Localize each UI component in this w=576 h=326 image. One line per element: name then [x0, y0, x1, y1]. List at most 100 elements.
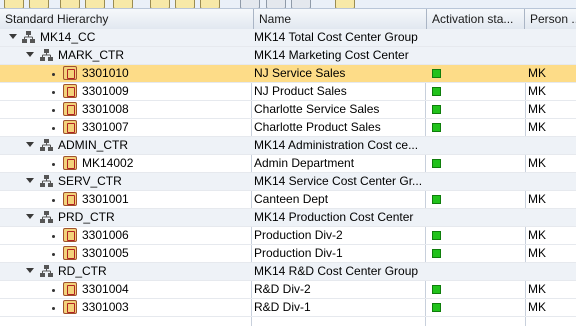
column-header-row: Standard Hierarchy Name Activation sta..…	[0, 9, 576, 30]
node-name: Production Div-1	[254, 246, 343, 260]
toolbar-button[interactable]	[291, 0, 311, 8]
table-row[interactable]: 3301005 Production Div-1 MK	[0, 245, 576, 263]
node-name: MK14 Marketing Cost Center	[254, 48, 409, 62]
cost-center-icon	[63, 84, 77, 98]
tree-bullet	[52, 109, 55, 112]
tree-cell: MK14_CC	[0, 29, 251, 46]
tree-cell: ADMIN_CTR	[0, 137, 251, 154]
table-row[interactable]: 3301004 R&D Div-2 MK	[0, 281, 576, 299]
tree-bullet	[52, 91, 55, 94]
tree-bullet	[52, 127, 55, 130]
toolbar-button[interactable]	[29, 0, 49, 8]
node-id: 3301006	[82, 228, 129, 242]
column-header-activation-status[interactable]: Activation sta...	[427, 9, 525, 29]
activation-status	[428, 83, 525, 100]
table-row[interactable]: 3301009 NJ Product Sales MK	[0, 83, 576, 101]
node-name: Canteen Dept	[254, 192, 329, 206]
node-name: R&D Div-2	[254, 282, 311, 296]
tree-bullet	[52, 163, 55, 166]
node-name: Production Div-2	[254, 228, 343, 242]
node-name: MK14 Administration Cost ce...	[254, 138, 419, 152]
table-row[interactable]: MK14_CC MK14 Total Cost Center Group	[0, 29, 576, 47]
tree-cell: MARK_CTR	[0, 47, 251, 64]
tree-cell: MK14002	[0, 155, 251, 172]
column-header-name[interactable]: Name	[254, 9, 427, 29]
cost-center-icon	[63, 156, 77, 170]
node-id: MK14002	[82, 156, 134, 170]
cost-center-icon	[63, 246, 77, 260]
expand-arrow-icon[interactable]	[26, 178, 34, 183]
tree-bullet	[52, 289, 55, 292]
expand-arrow-icon[interactable]	[26, 52, 34, 57]
expand-arrow-icon[interactable]	[9, 34, 17, 39]
table-row[interactable]: ADMIN_CTR MK14 Administration Cost ce...	[0, 137, 576, 155]
activation-status	[428, 191, 525, 208]
table-row[interactable]: 3301003 R&D Div-1 MK	[0, 299, 576, 317]
node-name: Charlotte Product Sales	[254, 120, 381, 134]
hierarchy-node-icon	[40, 211, 53, 223]
table-row[interactable]: 3301006 Production Div-2 MK	[0, 227, 576, 245]
hierarchy-node-icon	[40, 139, 53, 151]
node-id: 3301009	[82, 84, 129, 98]
person-responsible: MK	[528, 192, 546, 206]
cost-center-icon	[63, 192, 77, 206]
expand-arrow-icon[interactable]	[26, 214, 34, 219]
table-row[interactable]: 3301007 Charlotte Product Sales MK	[0, 119, 576, 137]
person-responsible: MK	[528, 228, 546, 242]
node-id: 3301007	[82, 120, 129, 134]
column-header-person[interactable]: Person ...	[525, 9, 576, 29]
tree-cell: 3301004	[0, 281, 251, 298]
status-active-icon	[432, 123, 441, 132]
expand-arrow-icon[interactable]	[26, 142, 34, 147]
expand-arrow-icon[interactable]	[26, 268, 34, 273]
node-name: Admin Department	[254, 156, 355, 170]
tree-cell: 3301008	[0, 101, 251, 118]
hierarchy-node-icon	[40, 175, 53, 187]
toolbar-button[interactable]	[200, 0, 220, 8]
table-row[interactable]: MK14002 Admin Department MK	[0, 155, 576, 173]
status-active-icon	[432, 87, 441, 96]
person-responsible: MK	[528, 156, 546, 170]
node-name: MK14 Total Cost Center Group	[254, 30, 418, 44]
tree-cell: 3301007	[0, 119, 251, 136]
status-active-icon	[432, 159, 441, 168]
toolbar-button[interactable]	[150, 0, 170, 8]
status-active-icon	[432, 285, 441, 294]
toolbar-button[interactable]	[85, 0, 105, 8]
table-row[interactable]: MARK_CTR MK14 Marketing Cost Center	[0, 47, 576, 65]
table-row[interactable]: PRD_CTR MK14 Production Cost Center	[0, 209, 576, 227]
toolbar-button[interactable]	[60, 0, 80, 8]
cost-center-icon	[63, 102, 77, 116]
person-responsible: MK	[528, 300, 546, 314]
tree-cell: 3301006	[0, 227, 251, 244]
node-name: NJ Service Sales	[254, 66, 346, 80]
cost-center-icon	[63, 66, 77, 80]
table-row[interactable]: 3301001 Canteen Dept MK	[0, 191, 576, 209]
table-row[interactable]: SERV_CTR MK14 Service Cost Center Gr...	[0, 173, 576, 191]
person-responsible: MK	[528, 246, 546, 260]
toolbar-button[interactable]	[335, 0, 355, 8]
table-row[interactable]: 3301008 Charlotte Service Sales MK	[0, 101, 576, 119]
node-name: MK14 R&D Cost Center Group	[254, 264, 419, 278]
node-id: MK14_CC	[40, 30, 96, 44]
node-name: NJ Product Sales	[254, 84, 347, 98]
activation-status	[428, 119, 525, 136]
toolbar-button[interactable]	[240, 0, 260, 8]
person-responsible: MK	[528, 66, 546, 80]
table-row[interactable]: 3301010 NJ Service Sales MK	[0, 65, 576, 83]
tree-cell: 3301010	[0, 65, 251, 82]
hierarchy-node-icon	[40, 49, 53, 61]
toolbar-button[interactable]	[4, 0, 24, 8]
table-row[interactable]: RD_CTR MK14 R&D Cost Center Group	[0, 263, 576, 281]
node-id: 3301004	[82, 282, 129, 296]
tree-cell: 3301003	[0, 299, 251, 316]
toolbar-button[interactable]	[113, 0, 133, 8]
toolbar-button[interactable]	[175, 0, 195, 8]
node-name: Charlotte Service Sales	[254, 102, 380, 116]
toolbar-button[interactable]	[266, 0, 286, 8]
node-id: SERV_CTR	[58, 174, 122, 188]
node-id: ADMIN_CTR	[58, 138, 129, 152]
column-header-hierarchy[interactable]: Standard Hierarchy	[0, 9, 254, 29]
tree-bullet	[52, 253, 55, 256]
status-active-icon	[432, 231, 441, 240]
